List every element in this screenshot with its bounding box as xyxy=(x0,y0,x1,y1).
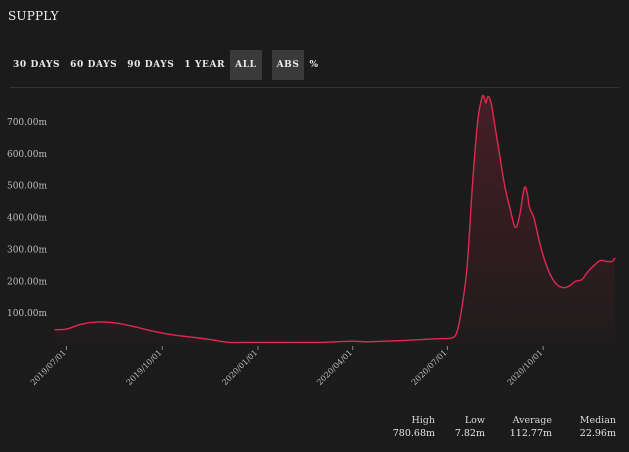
supply-data-point xyxy=(54,329,56,331)
y-axis: 100.00m 200.00m 300.00m 400.00m 500.00m 600.0… xyxy=(7,118,47,319)
supply-data-point xyxy=(213,339,215,341)
stats-summary: High 780.68m Low 7.82m Average 112.77m M… xyxy=(0,414,629,444)
supply-data-point xyxy=(481,97,483,99)
supply-data-point xyxy=(150,330,152,332)
supply-data-point xyxy=(112,322,114,324)
supply-data-point xyxy=(543,258,545,260)
stat-high-label: High xyxy=(411,415,435,426)
supply-data-point xyxy=(229,341,231,343)
supply-chart: 100.00m 200.00m 300.00m 400.00m 500.00m 600.0… xyxy=(7,94,616,387)
supply-data-point xyxy=(574,280,577,282)
supply-data-point xyxy=(261,341,263,343)
supply-data-point xyxy=(456,331,458,333)
y-tick-label: 100.00m xyxy=(7,309,47,319)
stat-low: Low 7.82m xyxy=(455,414,485,440)
supply-data-point xyxy=(562,287,564,289)
supply-data-point xyxy=(80,323,82,325)
x-tick-label: 2019/10/01 xyxy=(125,348,164,387)
supply-data-point xyxy=(440,338,442,340)
supply-data-point xyxy=(581,279,583,281)
supply-data-point xyxy=(383,340,385,342)
x-axis: 2019/07/01 2019/10/01 2020/01/01 2020/04/01… xyxy=(29,346,545,387)
stat-high: High 780.68m xyxy=(393,414,435,440)
stat-average-value: 112.77m xyxy=(509,428,552,439)
y-tick-label: 700.00m xyxy=(7,118,47,128)
stat-high-value: 780.68m xyxy=(392,428,435,439)
supply-area xyxy=(55,95,615,346)
x-tick-label: 2020/01/01 xyxy=(220,348,259,387)
supply-data-point xyxy=(96,321,98,323)
stat-median: Median 22.96m xyxy=(580,414,616,440)
supply-data-point xyxy=(538,239,540,241)
x-tick-label: 2020/10/01 xyxy=(506,348,545,387)
y-tick-label: 200.00m xyxy=(7,277,47,287)
supply-data-point xyxy=(244,341,247,343)
supply-data-point xyxy=(289,341,291,343)
supply-data-point xyxy=(533,216,535,219)
supply-data-point xyxy=(425,338,427,340)
supply-data-point xyxy=(518,216,520,219)
supply-data-point xyxy=(451,337,453,339)
supply-data-point xyxy=(587,271,589,273)
supply-data-point xyxy=(529,207,531,209)
stat-low-label: Low xyxy=(464,415,485,426)
supply-data-point xyxy=(471,185,473,187)
supply-data-point xyxy=(509,207,511,209)
y-tick-label: 600.00m xyxy=(7,150,47,160)
x-tick-label: 2019/07/01 xyxy=(29,348,68,387)
supply-data-point xyxy=(593,264,595,266)
supply-data-point xyxy=(614,257,616,259)
supply-data-point xyxy=(352,340,354,342)
stat-low-value: 7.82m xyxy=(454,428,485,439)
supply-data-point xyxy=(611,260,613,263)
supply-data-point xyxy=(556,283,558,285)
supply-data-point xyxy=(198,337,200,339)
supply-data-point xyxy=(461,306,463,308)
y-tick-label: 300.00m xyxy=(7,245,47,255)
supply-data-point xyxy=(487,95,489,97)
supply-data-point xyxy=(490,102,492,104)
supply-data-point xyxy=(181,335,183,337)
supply-data-point xyxy=(403,339,405,342)
stat-average-label: Average xyxy=(512,415,552,426)
supply-data-point xyxy=(504,185,506,187)
supply-data-point xyxy=(485,102,487,104)
supply-data-point xyxy=(493,121,495,123)
stat-average: Average 112.77m xyxy=(510,414,552,440)
supply-data-point xyxy=(549,274,552,276)
supply-data-point xyxy=(498,153,501,155)
supply-data-point xyxy=(483,95,485,97)
x-tick-label: 2020/07/01 xyxy=(410,348,449,387)
supply-data-point xyxy=(599,259,602,262)
supply-data-point xyxy=(477,121,479,123)
supply-data-point xyxy=(334,341,336,343)
supply-data-point xyxy=(606,260,608,263)
supply-data-point xyxy=(514,226,516,228)
supply-data-point xyxy=(524,186,527,188)
supply-data-point xyxy=(165,333,167,335)
supply-data-point xyxy=(527,194,529,196)
supply-data-point xyxy=(366,341,368,343)
y-tick-label: 400.00m xyxy=(7,214,47,224)
supply-data-point xyxy=(319,341,321,343)
supply-data-point xyxy=(65,328,67,330)
supply-data-point xyxy=(568,285,570,287)
stat-median-label: Median xyxy=(579,415,616,426)
supply-data-point xyxy=(466,264,468,266)
y-tick-label: 500.00m xyxy=(7,182,47,192)
x-tick-label: 2020/04/01 xyxy=(315,348,354,387)
supply-data-point xyxy=(522,191,525,193)
stat-median-value: 22.96m xyxy=(579,428,616,439)
supply-data-point xyxy=(130,325,132,327)
